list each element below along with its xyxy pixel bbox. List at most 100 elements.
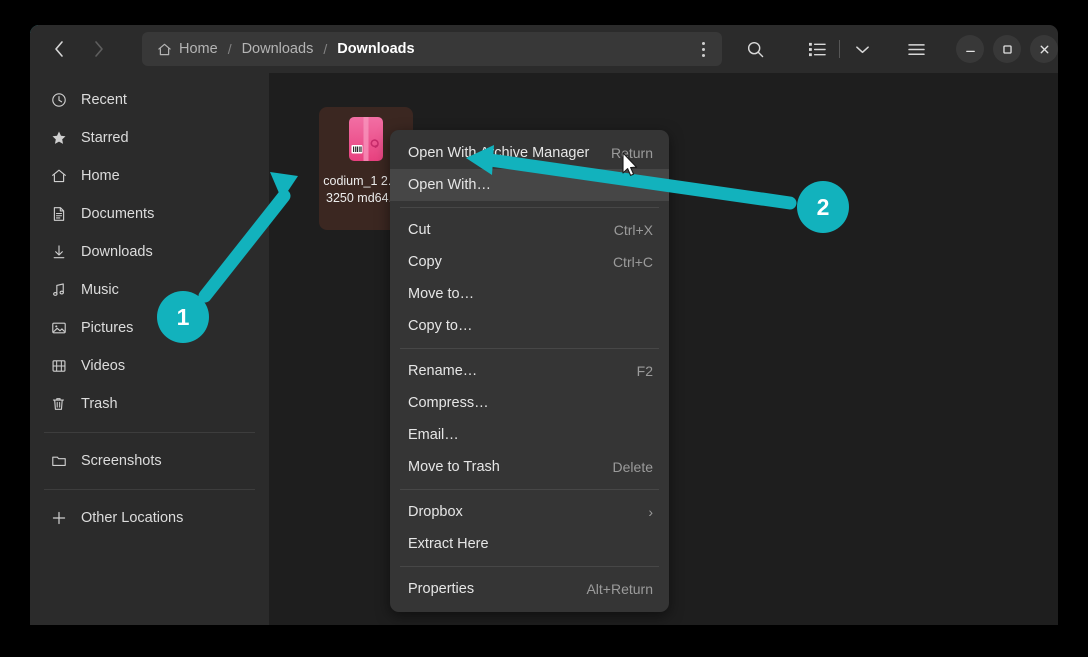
deb-package-icon [344,115,388,167]
breadcrumb-separator: / [323,41,328,57]
sidebar-item-other-locations[interactable]: Other Locations [30,499,269,537]
annotation-badge-2: 2 [797,181,849,233]
download-icon [50,244,67,261]
sidebar-item-documents[interactable]: Documents [30,195,269,233]
forward-button[interactable] [79,32,119,66]
header-bar: Home / Downloads / Downloads [30,25,1058,73]
screenshot-root: Home / Downloads / Downloads Recent Star… [0,0,1088,657]
view-list-button[interactable] [798,32,836,66]
sidebar-item-label: Music [81,282,119,298]
sidebar-item-pictures[interactable]: Pictures [30,309,269,347]
folder-icon [50,453,67,470]
chevron-down-icon [855,45,869,53]
home-icon [50,168,67,185]
badge-number: 1 [176,303,190,330]
trash-icon [50,396,67,413]
chevron-right-icon: › [648,504,653,520]
menu-item-accel: Ctrl+C [612,254,653,270]
menu-item-label: Compress… [408,395,489,411]
music-note-icon [50,282,67,299]
menu-divider [400,489,659,490]
menu-item-accel: F2 [636,363,653,379]
sidebar-item-home[interactable]: Home [30,157,269,195]
maximize-icon [1002,44,1012,54]
menu-item-dropbox[interactable]: Dropbox › [390,496,669,528]
menu-item-properties[interactable]: Properties Alt+Return [390,573,669,605]
breadcrumb-item-home[interactable]: Home [155,41,220,57]
sidebar-item-label: Recent [81,92,127,108]
breadcrumb-label: Home [179,41,218,57]
star-icon [50,130,67,147]
minimize-icon [965,50,975,52]
menu-item-extract-here[interactable]: Extract Here [390,528,669,560]
sidebar-item-label: Documents [81,206,155,222]
menu-item-label: Copy [408,254,442,270]
dot [701,41,705,45]
menu-item-accel: Alt+Return [586,581,653,597]
menu-item-move-to-trash[interactable]: Move to Trash Delete [390,451,669,483]
maximize-button[interactable] [993,35,1021,63]
sidebar-item-trash[interactable]: Trash [30,385,269,423]
breadcrumb-item-downloads[interactable]: Downloads [240,41,316,57]
sidebar-divider [44,489,255,490]
menu-item-label: Dropbox [408,504,463,520]
breadcrumb[interactable]: Home / Downloads / Downloads [142,32,722,66]
badge-number: 2 [816,193,830,220]
menu-item-label: Email… [408,427,459,443]
menu-divider [400,566,659,567]
breadcrumb-separator: / [227,41,232,57]
sidebar-item-downloads[interactable]: Downloads [30,233,269,271]
menu-item-email[interactable]: Email… [390,419,669,451]
menu-item-label: Cut [408,222,431,238]
sidebar-item-label: Screenshots [81,453,162,469]
minimize-button[interactable] [956,35,984,63]
close-icon [1040,45,1048,53]
menu-item-label: Extract Here [408,536,489,552]
sidebar-item-label: Downloads [81,244,153,260]
sidebar-item-music[interactable]: Music [30,271,269,309]
sidebar-item-label: Starred [81,130,129,146]
main-menu-button[interactable] [897,32,935,66]
menu-divider [400,348,659,349]
hamburger-menu-icon [907,43,925,55]
breadcrumb-item-current[interactable]: Downloads [335,41,416,57]
chevron-right-icon [95,41,103,57]
film-icon [50,358,67,375]
annotation-badge-1: 1 [157,291,209,343]
breadcrumb-label: Downloads [241,41,314,57]
menu-item-cut[interactable]: Cut Ctrl+X [390,214,669,246]
sidebar-item-label: Trash [81,396,118,412]
sidebar-item-screenshots[interactable]: Screenshots [30,442,269,480]
menu-item-copy[interactable]: Copy Ctrl+C [390,246,669,278]
sidebar-divider [44,432,255,433]
dot [701,47,705,51]
sidebar-item-recent[interactable]: Recent [30,81,269,119]
menu-item-label: Open With Archive Manager [408,145,590,161]
sidebar-item-label: Pictures [81,320,134,336]
search-button[interactable] [736,32,774,66]
menu-item-label: Copy to… [408,318,473,334]
menu-item-label: Move to… [408,286,475,302]
menu-item-copy-to[interactable]: Copy to… [390,310,669,342]
close-button[interactable] [1030,35,1058,63]
sidebar-item-starred[interactable]: Starred [30,119,269,157]
sidebar-item-videos[interactable]: Videos [30,347,269,385]
toolbar-divider [839,40,840,58]
sidebar: Recent Starred Home Documents Downloads … [30,73,269,625]
mouse-cursor [622,152,638,176]
path-options-button[interactable] [688,34,718,64]
list-view-icon [808,42,826,56]
sidebar-item-label: Home [81,168,120,184]
chevron-left-icon [55,41,63,57]
menu-item-label: Move to Trash [408,459,500,475]
image-icon [50,320,67,337]
view-dropdown-button[interactable] [843,32,881,66]
back-button[interactable] [39,32,79,66]
menu-item-compress[interactable]: Compress… [390,387,669,419]
menu-item-rename[interactable]: Rename… F2 [390,355,669,387]
menu-item-label: Properties [408,581,475,597]
breadcrumb-label: Downloads [337,41,415,57]
menu-item-move-to[interactable]: Move to… [390,278,669,310]
menu-item-label: Open With… [408,177,491,193]
context-menu: Open With Archive Manager Return Open Wi… [390,130,669,612]
